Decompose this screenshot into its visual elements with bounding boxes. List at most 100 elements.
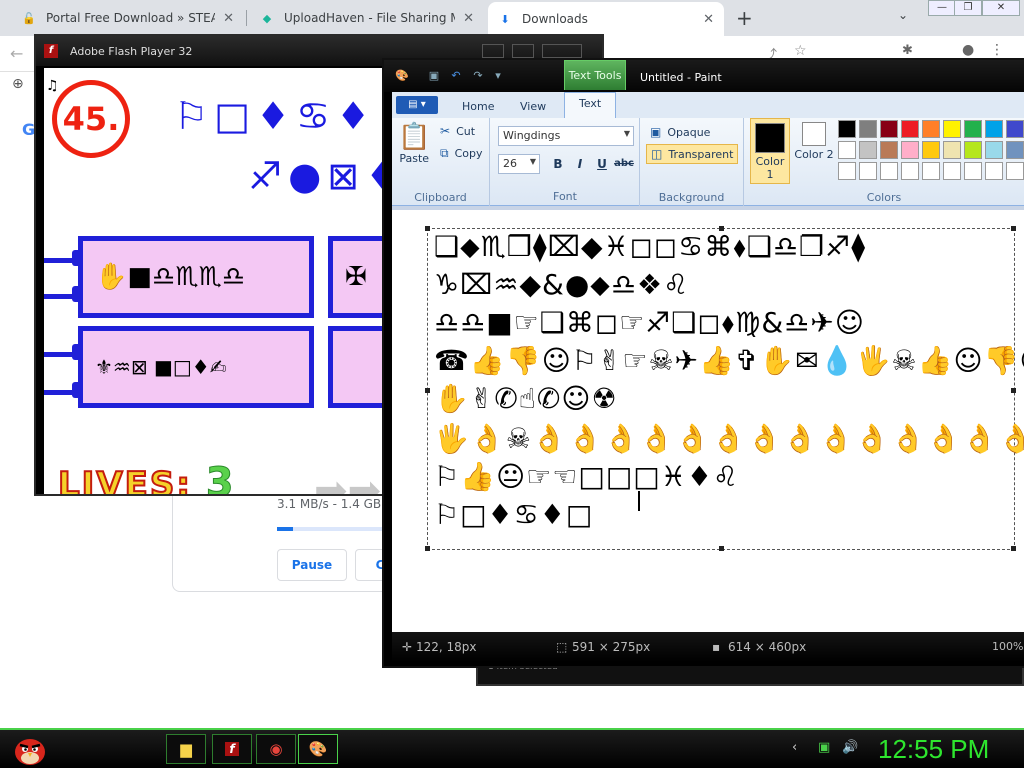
color1-button[interactable]: Color 1 (750, 118, 790, 184)
back-arrow-icon[interactable]: ← (10, 44, 23, 63)
underline-button[interactable]: U (592, 154, 612, 174)
flash-icon[interactable]: f (212, 734, 252, 764)
palette-swatch[interactable] (901, 162, 919, 180)
file-explorer-icon[interactable]: ▆ (166, 734, 206, 764)
bookmark-star-icon[interactable]: ☆ (794, 43, 807, 59)
undo-icon[interactable]: ↶ (448, 68, 464, 84)
palette-swatch[interactable] (901, 120, 919, 138)
start-button[interactable] (10, 730, 50, 768)
palette-swatch[interactable] (964, 162, 982, 180)
font-family-dropdown[interactable]: Wingdings ▼ (498, 126, 634, 146)
palette-swatch[interactable] (985, 141, 1003, 159)
resize-handle[interactable] (719, 546, 724, 551)
copy-button[interactable]: ⧉ Copy (440, 146, 482, 161)
close-icon[interactable]: ✕ (703, 12, 714, 27)
zoom-level[interactable]: 100% (992, 640, 1023, 653)
palette-swatch[interactable] (859, 141, 877, 159)
resize-handle[interactable] (425, 388, 430, 393)
resize-handle[interactable] (1011, 226, 1016, 231)
arrow-decoration-icon: ➡➡ (314, 468, 382, 494)
cut-button[interactable]: ✂ Cut (440, 124, 475, 138)
network-icon[interactable]: ▣ (818, 740, 830, 755)
tab-home[interactable]: Home (448, 96, 508, 118)
lives-counter: LIVES: 3 (57, 460, 236, 495)
menu-icon[interactable]: ⋮ (990, 42, 1004, 58)
canvas-area[interactable]: ❑⬥♏❒⧫⌧◆♓◻◻♋⌘⬧❑♎❐♐⧫ ♑⌧♒◆&●⬥♎❖♌ ♎♎■☞❑⌘◻☞♐❑… (392, 206, 1024, 632)
tab-downloads[interactable]: ⬇ Downloads ✕ (488, 2, 724, 36)
close-icon[interactable]: ✕ (223, 11, 234, 26)
resize-handle[interactable] (1011, 546, 1016, 551)
palette-swatch[interactable] (901, 141, 919, 159)
flash-maximize-button[interactable] (512, 44, 534, 58)
flash-close-button[interactable] (542, 44, 582, 58)
minimize-button[interactable]: — (928, 0, 956, 16)
italic-button[interactable]: I (570, 154, 590, 174)
music-note-icon[interactable]: ♫ (46, 78, 59, 94)
globe-icon[interactable]: ⊕ (12, 76, 24, 92)
file-menu-button[interactable]: ▤ ▾ (396, 96, 438, 114)
font-size-dropdown[interactable]: 26 ▼ (498, 154, 540, 174)
palette-swatch[interactable] (838, 162, 856, 180)
palette-swatch[interactable] (859, 162, 877, 180)
palette-swatch[interactable] (922, 141, 940, 159)
palette-swatch[interactable] (922, 162, 940, 180)
palette-swatch[interactable] (943, 162, 961, 180)
volume-icon[interactable]: 🔊 (842, 740, 858, 755)
resize-handle[interactable] (425, 226, 430, 231)
tab-view[interactable]: View (506, 96, 560, 118)
palette-swatch[interactable] (838, 141, 856, 159)
redo-icon[interactable]: ↷ (470, 68, 486, 84)
tab-portal[interactable]: 🔓 Portal Free Download » STEAMU ✕ (12, 0, 244, 36)
palette-swatch[interactable] (880, 120, 898, 138)
paint-title-bar[interactable]: 🎨 ▣ ↶ ↷ ▾ Text Tools Untitled - Paint (384, 60, 1024, 92)
palette-swatch[interactable] (964, 141, 982, 159)
window-close-button[interactable]: ✕ (982, 0, 1020, 16)
new-tab-button[interactable]: + (736, 6, 753, 30)
palette-swatch[interactable] (859, 120, 877, 138)
lives-label: LIVES: (57, 464, 192, 494)
paint-app-icon[interactable]: 🎨 (394, 68, 410, 84)
glyph-card[interactable]: ⚜♒⊠ ■□♦✍ (78, 326, 314, 408)
tab-uploadhaven[interactable]: ◆ UploadHaven - File Sharing Mad ✕ (250, 0, 484, 36)
opaque-button[interactable]: ▣ Opaque (646, 122, 714, 142)
palette-swatch[interactable] (1006, 162, 1024, 180)
transparent-button[interactable]: ◫ Transparent (646, 144, 739, 164)
palette-swatch[interactable] (838, 120, 856, 138)
tab-text[interactable]: Text (564, 92, 617, 118)
taskbar-clock[interactable]: 12:55 PM (878, 734, 989, 765)
palette-swatch[interactable] (985, 162, 1003, 180)
palette-swatch[interactable] (880, 162, 898, 180)
strikethrough-button[interactable]: abc (614, 154, 634, 174)
text-box[interactable]: ❑⬥♏❒⧫⌧◆♓◻◻♋⌘⬧❑♎❐♐⧫ ♑⌧♒◆&●⬥♎❖♌ ♎♎■☞❑⌘◻☞♐❑… (425, 226, 1024, 551)
pause-button[interactable]: Pause (277, 549, 347, 581)
palette-swatch[interactable] (964, 120, 982, 138)
paste-button[interactable]: 📋 Paste (398, 122, 430, 165)
paste-label: Paste (399, 152, 430, 165)
chrome-icon[interactable]: ◉ (256, 734, 296, 764)
customize-qat-icon[interactable]: ▾ (490, 68, 506, 84)
show-hidden-icons-icon[interactable]: ‹ (792, 740, 797, 755)
flash-minimize-button[interactable] (482, 44, 504, 58)
resize-handle[interactable] (1011, 388, 1016, 393)
tab-search-chevron-icon[interactable]: ⌄ (898, 8, 908, 22)
maximize-button[interactable]: ❐ (954, 0, 982, 16)
palette-swatch[interactable] (1006, 141, 1024, 159)
drawing-canvas[interactable]: ❑⬥♏❒⧫⌧◆♓◻◻♋⌘⬧❑♎❐♐⧫ ♑⌧♒◆&●⬥♎❖♌ ♎♎■☞❑⌘◻☞♐❑… (392, 210, 1024, 632)
palette-swatch[interactable] (943, 141, 961, 159)
palette-swatch[interactable] (943, 120, 961, 138)
resize-handle[interactable] (425, 546, 430, 551)
profile-icon[interactable]: ● (962, 42, 974, 58)
palette-swatch[interactable] (985, 120, 1003, 138)
palette-swatch[interactable] (922, 120, 940, 138)
chevron-down-icon: ▼ (623, 129, 630, 138)
glyph-card[interactable]: ✋■♎♏♏♎ (78, 236, 314, 318)
color2-button[interactable]: Color 2 (794, 118, 834, 184)
close-icon[interactable]: ✕ (463, 11, 474, 26)
bold-button[interactable]: B (548, 154, 568, 174)
paint-icon[interactable]: 🎨 (298, 734, 338, 764)
paint-status-bar: ✛ 122, 18px ⬚ 591 × 275px ▪ 614 × 460px … (392, 632, 1024, 662)
extensions-icon[interactable]: ✱ (902, 43, 913, 58)
save-icon[interactable]: ▣ (426, 68, 442, 84)
palette-swatch[interactable] (880, 141, 898, 159)
palette-swatch[interactable] (1006, 120, 1024, 138)
